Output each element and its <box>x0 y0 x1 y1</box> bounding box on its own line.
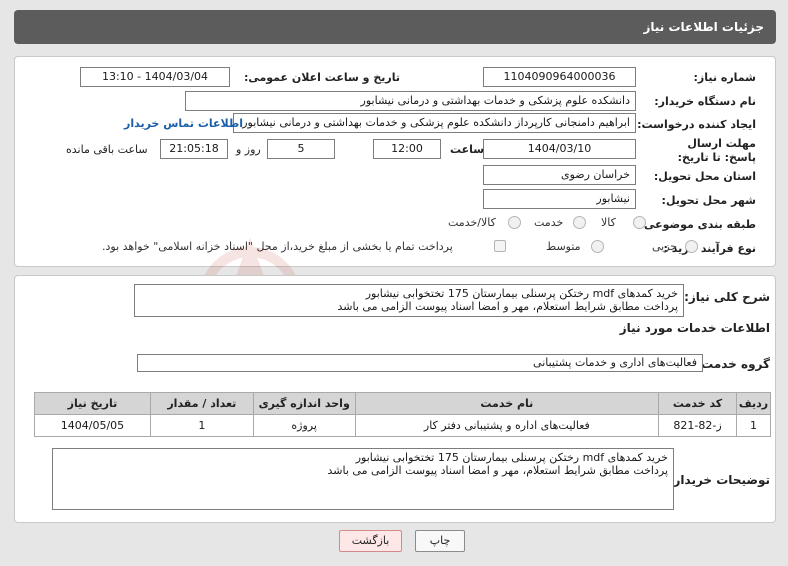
page-title: جزئیات اطلاعات نیاز <box>643 20 764 34</box>
service-group-field: فعالیت‌های اداری و خدمات پشتیبانی <box>137 354 703 372</box>
process-option-minor: جزیی <box>652 240 678 253</box>
deadline-time-label: ساعت <box>450 143 485 156</box>
days-label: روز و <box>236 143 261 156</box>
cell-unit: پروژه <box>252 414 356 437</box>
buyer-org-label: نام دستگاه خریدار: <box>654 95 756 108</box>
summary-textarea: خرید کمدهای mdf رختکن پرسنلی بیمارستان 1… <box>134 284 684 317</box>
deadline-date-field: 1404/03/10 <box>483 139 636 159</box>
buyer-org-field: دانشکده علوم پزشکی و خدمات بهداشتی و درم… <box>185 91 636 111</box>
summary-line-1: خرید کمدهای mdf رختکن پرسنلی بیمارستان 1… <box>365 287 678 300</box>
days-count-field: 5 <box>267 139 335 159</box>
category-option-service: خدمت <box>534 216 564 229</box>
col-header-service-name: نام خدمت <box>354 392 660 415</box>
need-number-label: شماره نیاز: <box>693 71 756 84</box>
summary-line-2: پرداخت مطابق شرایط استعلام، مهر و امضا ا… <box>337 300 678 313</box>
deadline-label: مهلت ارسال پاسخ: تا تاریخ: <box>677 137 756 164</box>
summary-label: شرح کلی نیاز: <box>684 290 770 304</box>
process-radio-medium[interactable] <box>591 240 604 253</box>
col-header-need-date: تاریخ نیاز <box>34 392 151 415</box>
category-option-goods: کالا <box>601 216 616 229</box>
cell-row-number: 1 <box>736 414 771 437</box>
category-label: طبقه بندی موضوعی: <box>639 218 756 231</box>
services-table-header-row: ردیف کد خدمت نام خدمت واحد اندازه گیری ت… <box>34 392 771 415</box>
col-header-service-code: کد خدمت <box>658 392 738 415</box>
buyer-notes-label: توضیحات خریدار: <box>668 473 770 487</box>
col-header-unit: واحد اندازه گیری <box>252 392 356 415</box>
cell-need-date: 1404/05/05 <box>34 414 151 437</box>
category-radio-service[interactable] <box>573 216 586 229</box>
buyer-notes-textarea: خرید کمدهای mdf رختکن پرسنلی بیمارستان 1… <box>52 448 674 510</box>
creator-field: ابراهیم دامنجانی کارپرداز دانشکده علوم پ… <box>233 113 636 133</box>
col-header-quantity: تعداد / مقدار <box>149 392 254 415</box>
table-row: 1 ز-82-821 فعالیت‌های اداره و پشتیبانی د… <box>34 414 771 437</box>
announce-label: تاریخ و ساعت اعلان عمومی: <box>243 71 400 84</box>
province-field: خراسان رضوی <box>483 165 636 185</box>
remaining-label: ساعت باقی مانده <box>66 143 148 156</box>
deadline-time-field: 12:00 <box>373 139 441 159</box>
services-table: ردیف کد خدمت نام خدمت واحد اندازه گیری ت… <box>34 392 771 437</box>
services-section-title: اطلاعات خدمات مورد نیاز <box>619 321 770 335</box>
process-option-medium: متوسط <box>546 240 581 253</box>
remaining-time-field: 21:05:18 <box>160 139 228 159</box>
cell-service-name: فعالیت‌های اداره و پشتیبانی دفتر کار <box>354 414 660 437</box>
process-label: نوع فرآیند خرید : <box>663 242 756 255</box>
announce-datetime-field: 1404/03/04 - 13:10 <box>80 67 230 87</box>
category-radio-goods[interactable] <box>633 216 646 229</box>
city-label: شهر محل تحویل: <box>661 194 756 207</box>
page-header: جزئیات اطلاعات نیاز <box>14 10 776 44</box>
need-number-field: 1104090964000036 <box>483 67 636 87</box>
back-button[interactable]: بازگشت <box>339 530 402 552</box>
buyer-notes-line-2: پرداخت مطابق شرایط استعلام، مهر و امضا ا… <box>327 464 668 477</box>
buyer-notes-line-1: خرید کمدهای mdf رختکن پرسنلی بیمارستان 1… <box>355 451 668 464</box>
creator-label: ایجاد کننده درخواست: <box>637 118 756 131</box>
print-button[interactable]: چاپ <box>415 530 465 552</box>
col-header-row-number: ردیف <box>736 392 771 415</box>
treasury-text: پرداخت تمام یا بخشی از مبلغ خرید،از محل … <box>102 240 453 253</box>
service-group-label: گروه خدمت: <box>696 357 770 371</box>
process-radio-minor[interactable] <box>685 240 698 253</box>
cell-quantity: 1 <box>149 414 254 437</box>
province-label: استان محل تحویل: <box>653 170 756 183</box>
city-field: نیشابور <box>483 189 636 209</box>
category-radio-goods-service[interactable] <box>508 216 521 229</box>
cell-service-code: ز-82-821 <box>658 414 738 437</box>
treasury-checkbox[interactable] <box>494 240 506 252</box>
buyer-contact-link[interactable]: اطلاعات تماس خریدار <box>124 117 243 130</box>
category-option-goods-service: کالا/خدمت <box>448 216 496 229</box>
